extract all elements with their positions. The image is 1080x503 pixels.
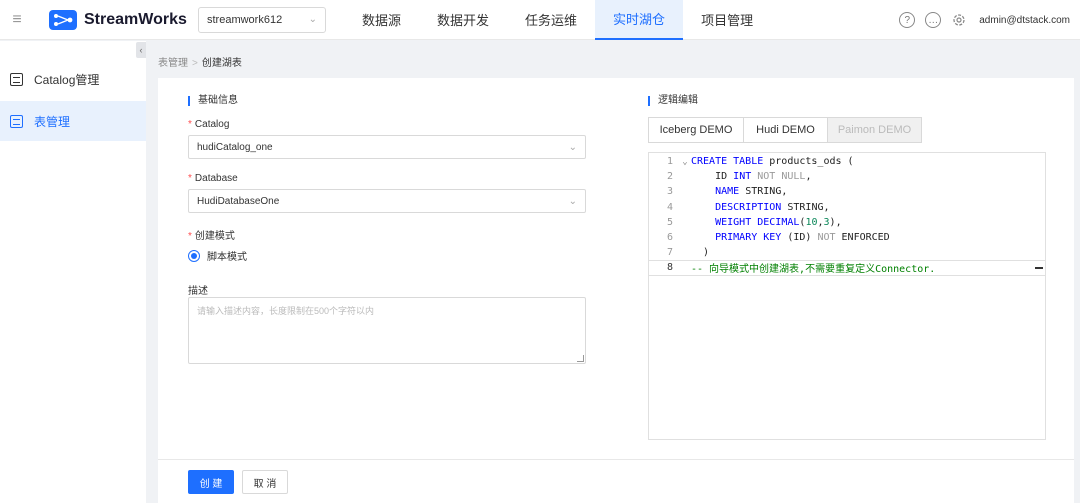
section-title-logic: 逻辑编辑 xyxy=(648,96,698,106)
breadcrumb-parent[interactable]: 表管理 xyxy=(158,58,188,69)
streamworks-logo-icon xyxy=(49,9,77,30)
menu-icon[interactable]: ≡ xyxy=(0,0,34,40)
project-select[interactable]: streamwork612 ⌄ xyxy=(198,6,326,33)
catalog-select[interactable]: hudiCatalog_one ⌄ xyxy=(188,135,586,159)
breadcrumb: 表管理 > 创建湖表 xyxy=(158,54,242,69)
database-select-value: HudiDatabaseOne xyxy=(197,195,280,207)
database-select[interactable]: HudiDatabaseOne ⌄ xyxy=(188,189,586,213)
sidebar-item-label: 表管理 xyxy=(34,114,71,129)
project-select-value: streamwork612 xyxy=(207,13,283,26)
tab-paimon-demo: Paimon DEMO xyxy=(828,117,922,143)
catalog-label: * Catalog xyxy=(188,119,230,130)
catalog-select-value: hudiCatalog_one xyxy=(197,141,273,153)
code-line-current: 8 -- 向导模式中创建湖表,不需要重复定义Connector. xyxy=(649,260,1045,276)
breadcrumb-separator: > xyxy=(192,58,198,69)
description-label: 描述 xyxy=(188,286,208,297)
nav-datasource[interactable]: 数据源 xyxy=(344,0,419,40)
fold-chevron-icon[interactable]: ⌄ xyxy=(679,157,691,167)
cancel-button[interactable]: 取 消 xyxy=(242,470,288,494)
sidebar: Catalog管理 表管理 xyxy=(0,41,146,503)
message-icon[interactable]: … xyxy=(925,12,942,28)
sidebar-item-table[interactable]: 表管理 xyxy=(0,101,146,141)
code-line: 5 WEIGHT DECIMAL(10,3), xyxy=(666,216,842,228)
cursor-indicator xyxy=(1035,267,1043,270)
table-icon xyxy=(10,114,23,128)
gear-icon[interactable] xyxy=(951,12,967,28)
sql-editor[interactable]: 1 ⌄ CREATE TABLE products_ods ( 2 ID INT … xyxy=(648,152,1046,440)
header-actions: ? … admin@dtstack.com xyxy=(899,0,1070,40)
code-line: 4 DESCRIPTION STRING, xyxy=(666,201,830,213)
code-line: 3 NAME STRING, xyxy=(666,186,788,198)
mode-label: * 创建模式 xyxy=(188,231,235,242)
database-label: * Database xyxy=(188,173,238,184)
footer-actions: 创 建 取 消 xyxy=(158,459,1074,503)
code-line: 7 ) xyxy=(666,247,710,259)
section-title-basic: 基础信息 xyxy=(188,96,238,106)
app-name: StreamWorks xyxy=(84,10,187,28)
chevron-down-icon: ⌄ xyxy=(568,195,577,207)
tab-hudi-demo[interactable]: Hudi DEMO xyxy=(744,117,828,143)
description-placeholder: 请输入描述内容，长度限制在500个字符以内 xyxy=(197,306,375,316)
nav-task-ops[interactable]: 任务运维 xyxy=(507,0,595,40)
sidebar-item-catalog[interactable]: Catalog管理 xyxy=(0,59,146,99)
mode-option-label: 脚本模式 xyxy=(207,252,247,263)
code-line: 6 PRIMARY KEY (ID) NOT ENFORCED xyxy=(666,232,890,244)
create-button[interactable]: 创 建 xyxy=(188,470,234,494)
chevron-down-icon: ⌄ xyxy=(308,14,317,25)
sidebar-collapse-button[interactable]: ‹ xyxy=(136,42,146,58)
chevron-down-icon: ⌄ xyxy=(568,141,577,153)
user-account[interactable]: admin@dtstack.com xyxy=(979,15,1070,26)
main-nav: 数据源 数据开发 任务运维 实时湖仓 项目管理 xyxy=(344,0,771,40)
demo-tabs: Iceberg DEMO Hudi DEMO Paimon DEMO xyxy=(648,117,922,143)
resize-handle-icon[interactable] xyxy=(577,355,584,362)
code-line: 2 ID INT NOT NULL, xyxy=(666,171,812,183)
code-line: 1 ⌄ CREATE TABLE products_ods ( xyxy=(666,156,854,168)
radio-button[interactable] xyxy=(188,249,200,262)
catalog-icon xyxy=(10,72,23,86)
form-panel: 基础信息 * Catalog hudiCatalog_one ⌄ * Databas… xyxy=(158,78,1074,459)
top-bar: ≡ StreamWorks streamwork612 ⌄ 数据源 数据开发 任… xyxy=(0,0,1080,40)
logo[interactable]: StreamWorks xyxy=(48,9,188,31)
nav-data-dev[interactable]: 数据开发 xyxy=(419,0,507,40)
description-input[interactable]: 请输入描述内容，长度限制在500个字符以内 xyxy=(188,297,586,364)
nav-project-mgmt[interactable]: 项目管理 xyxy=(683,0,771,40)
nav-realtime-lakehouse[interactable]: 实时湖仓 xyxy=(595,0,684,40)
help-icon[interactable]: ? xyxy=(899,12,916,28)
breadcrumb-current: 创建湖表 xyxy=(201,58,242,69)
sidebar-item-label: Catalog管理 xyxy=(34,72,100,87)
mode-radio-script[interactable]: 脚本模式 xyxy=(188,248,247,263)
tab-iceberg-demo[interactable]: Iceberg DEMO xyxy=(648,117,744,143)
